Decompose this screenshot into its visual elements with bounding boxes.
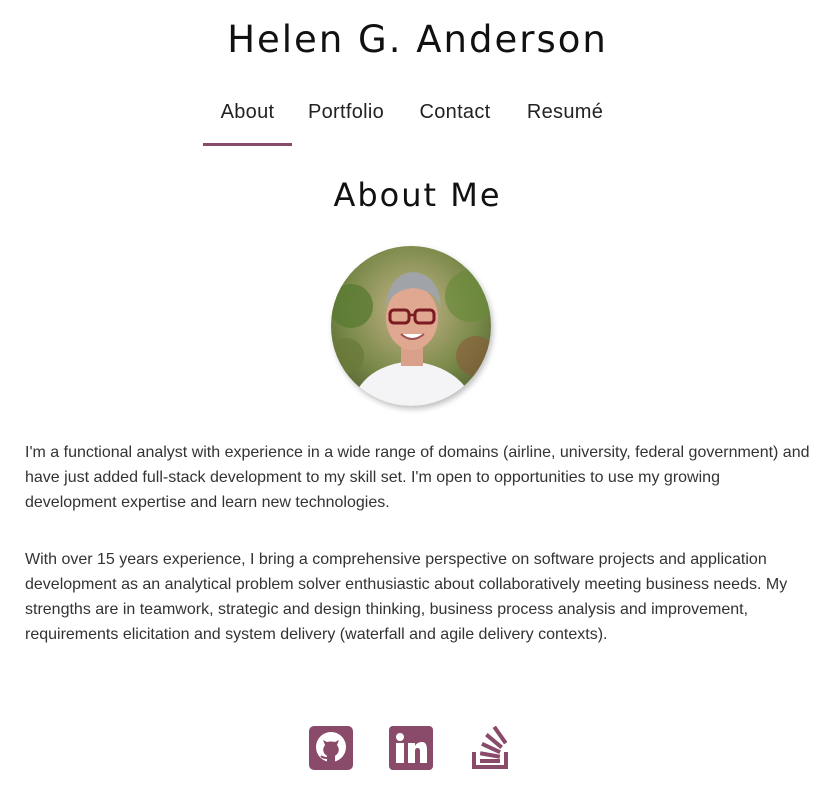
main-nav: About Portfolio Contact Resumé [0,98,835,148]
bio-paragraph: With over 15 years experience, I bring a… [25,551,788,643]
stackoverflow-icon [472,725,508,769]
nav-item-contact[interactable]: Contact [408,98,502,146]
nav-item-portfolio[interactable]: Portfolio [300,98,392,146]
linkedin-link[interactable] [389,726,433,770]
nav-item-label: About [220,101,275,123]
profile-photo [331,246,491,406]
linkedin-icon [389,726,433,770]
stackoverflow-link[interactable] [469,725,513,770]
nav-item-label: Contact [419,101,491,123]
nav-item-label: Portfolio [307,101,385,123]
github-icon [309,726,353,770]
nav-item-about[interactable]: About [203,98,292,146]
site-title: Helen G. Anderson [227,18,608,61]
about-heading: About Me [333,176,502,214]
bio-paragraph: I'm a functional analyst with experience… [25,444,810,511]
github-link[interactable] [309,726,353,770]
nav-item-resume[interactable]: Resumé [518,98,612,146]
nav-item-label: Resumé [526,101,604,123]
